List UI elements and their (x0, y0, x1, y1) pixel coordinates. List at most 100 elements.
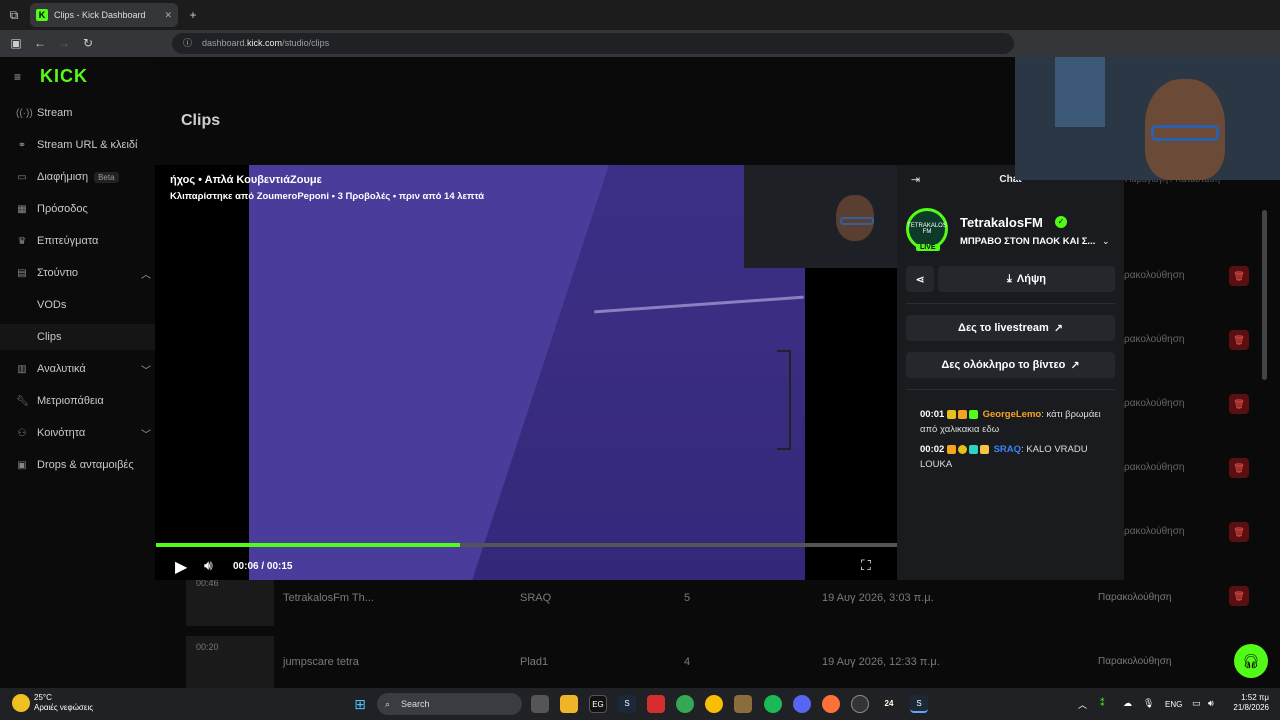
play-icon[interactable]: ▶ (175, 557, 187, 577)
sidebar-item-drops[interactable]: ▣ Drops & ανταμοιβές (0, 453, 155, 477)
close-icon[interactable]: ✕ (164, 10, 172, 21)
stream-title: ΜΠΡΑΒΟ ΣΤΟΝ ΠΑΟΚ ΚΑΙ Σ... (960, 236, 1096, 247)
back-icon[interactable]: ← (32, 30, 48, 57)
browser-tab[interactable]: K Clips - Kick Dashboard ✕ (30, 3, 178, 27)
kick-favicon-icon: K (36, 9, 48, 21)
microphone-icon[interactable]: 🎙︎ (1143, 698, 1154, 709)
spotify-icon[interactable] (764, 695, 782, 713)
sidebar-item-stream-url[interactable]: ⚭ Stream URL & κλειδί (0, 133, 155, 157)
obs-icon[interactable] (851, 695, 869, 713)
sidebar-item-moderation[interactable]: 🔧︎ Μετριοπάθεια (0, 389, 155, 413)
video-frame[interactable] (249, 165, 805, 580)
chevron-down-icon[interactable]: ⌄ (1102, 236, 1110, 247)
sidebar-item-stream[interactable]: ((·)) Stream (0, 101, 155, 125)
community-icon: ⚇ (17, 427, 27, 439)
sidebar-item-ads[interactable]: ▭ Διαφήμιση Beta (0, 165, 155, 189)
app-icon[interactable] (734, 695, 752, 713)
weather-widget[interactable]: 25°C Αραιές νεφώσεις (34, 693, 93, 713)
row-action-partial[interactable]: ρακολούθηση (1124, 526, 1184, 537)
epic-games-icon[interactable]: EG (589, 695, 607, 713)
weather-icon[interactable] (12, 694, 30, 712)
download-button[interactable]: ⤓ Λήψη (938, 266, 1115, 292)
delete-icon[interactable]: 🗑︎ (1229, 394, 1249, 414)
language-indicator[interactable]: ENG (1165, 700, 1182, 709)
page-scrollbar[interactable] (1262, 210, 1267, 380)
delete-icon[interactable]: 🗑︎ (1229, 458, 1249, 478)
file-explorer-icon[interactable] (560, 695, 578, 713)
watch-full-video-button[interactable]: Δες ολόκληρο το βίντεο ↗ (906, 352, 1115, 378)
task-view-icon[interactable] (531, 695, 549, 713)
sidebar-item-label: Stream URL & κλειδί (37, 139, 138, 151)
link-icon: ⚭ (17, 139, 27, 151)
sidebar-item-vods[interactable]: VODs (0, 293, 155, 317)
external-link-icon: ↗ (1070, 359, 1080, 372)
cloud-icon[interactable]: ☁ (1123, 698, 1132, 709)
watch-link[interactable]: Παρακολούθηση (1098, 656, 1171, 667)
clip-views: 4 (684, 656, 691, 668)
sidebar-item-clips[interactable]: Clips (0, 324, 155, 350)
network-icon[interactable]: ▭ (1192, 698, 1201, 709)
chrome-icon[interactable] (676, 695, 694, 713)
steam-icon[interactable]: S (618, 695, 636, 713)
sidebar-item-analytics[interactable]: ▥ Αναλυτικά ﹀ (0, 357, 155, 381)
forward-icon[interactable]: → (56, 30, 72, 57)
webcam-overlay (744, 165, 897, 268)
sidebar-item-studio[interactable]: ▤ Στούντιο ︿ (0, 261, 155, 285)
sidebar-item-community[interactable]: ⚇ Κοινότητα ﹀ (0, 421, 155, 445)
sidebar-item-achievements[interactable]: ♛ Επιτεύγματα (0, 229, 155, 253)
message-time: 00:02 (920, 444, 945, 455)
volume-tray-icon[interactable]: 🔊︎ (1208, 698, 1214, 709)
delete-icon[interactable]: 🗑︎ (1229, 586, 1249, 606)
firefox-icon[interactable] (822, 695, 840, 713)
kick-logo[interactable]: KICK (40, 66, 88, 87)
address-bar[interactable]: ⓘ dashboard.kick.com/studio/clips (172, 33, 1014, 54)
share-button[interactable]: ⋖ (906, 266, 934, 292)
chrome-profile-icon[interactable] (705, 695, 723, 713)
sidebar-item-revenue[interactable]: ▦ Πρόσοδος (0, 197, 155, 221)
video-ladder-shape (777, 350, 791, 450)
message-time: 00:01 (920, 409, 945, 420)
tray-app-icon[interactable]: ⁑ (1100, 698, 1105, 709)
collapse-chat-icon[interactable]: ⇥ (911, 165, 920, 195)
chevron-down-icon: ﹀ (141, 365, 151, 377)
menu-icon[interactable]: ≡ (14, 70, 21, 84)
reload-icon[interactable]: ↻ (80, 30, 96, 57)
table-row[interactable]: 00:20 jumpscare tetra Plad1 4 19 Αυγ 202… (180, 632, 1255, 692)
chevron-down-icon: ﹀ (141, 429, 151, 441)
sidebar-toggle-icon[interactable]: ▣ (8, 30, 24, 57)
sidebar-item-label: Drops & ανταμοιβές (37, 459, 134, 471)
support-chat-icon[interactable]: 🎧︎ (1234, 644, 1268, 678)
url-host: kick.com (247, 38, 283, 48)
video-progress-bar[interactable] (156, 543, 897, 547)
new-tab-icon[interactable]: + (185, 2, 201, 28)
row-action-partial[interactable]: ρακολούθηση (1124, 462, 1184, 473)
taskbar-clock[interactable]: 1:52 πμ 21/8/2026 (1215, 693, 1269, 713)
tab-actions-icon[interactable]: ⧉ (6, 2, 22, 28)
message-user[interactable]: SRAQ (994, 444, 1021, 455)
row-action-partial[interactable]: ρακολούθηση (1124, 270, 1184, 281)
app-24-icon[interactable]: 24 (880, 695, 898, 713)
fullscreen-icon[interactable]: ⛶ (861, 557, 871, 574)
clip-views: 5 (684, 592, 691, 604)
row-action-partial[interactable]: ρακολούθηση (1124, 334, 1184, 345)
download-label: Λήψη (1016, 273, 1046, 285)
delete-icon[interactable]: 🗑︎ (1229, 266, 1249, 286)
site-info-icon[interactable]: ⓘ (183, 33, 192, 54)
windows-start-icon[interactable]: ⊞ (351, 695, 369, 713)
clip-creator: SRAQ (520, 592, 552, 604)
watch-link[interactable]: Παρακολούθηση (1098, 592, 1171, 603)
row-action-partial[interactable]: ρακολούθηση (1124, 398, 1184, 409)
taskbar-search[interactable]: ⌕ Search (377, 693, 522, 715)
delete-icon[interactable]: 🗑︎ (1229, 522, 1249, 542)
discord-icon[interactable] (793, 695, 811, 713)
sidebar-item-label: Διαφήμιση (37, 171, 89, 183)
watch-livestream-button[interactable]: Δες το livestream ↗ (906, 315, 1115, 341)
delete-icon[interactable]: 🗑︎ (1229, 330, 1249, 350)
message-user[interactable]: GeorgeLemo (983, 409, 1042, 420)
tray-expand-icon[interactable]: ︿ (1078, 698, 1087, 711)
steam-active-icon[interactable]: S (910, 695, 928, 713)
divider (906, 303, 1115, 304)
channel-name[interactable]: TetrakalosFM (960, 215, 1043, 230)
red-app-icon[interactable] (647, 695, 665, 713)
volume-icon[interactable]: 🔊︎ (204, 557, 213, 574)
